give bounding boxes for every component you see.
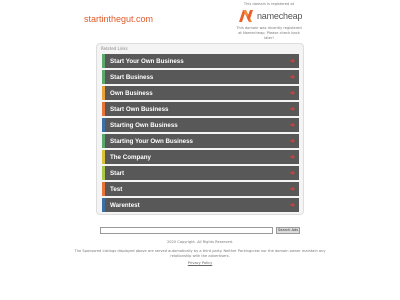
related-link-label: Start Own Business [110, 105, 169, 113]
arrow-right-icon: ➜ [289, 185, 295, 193]
related-link-item[interactable]: Starting Your Own Business ➜ [102, 134, 299, 148]
related-link-item[interactable]: Start Your Own Business ➜ [102, 54, 299, 68]
related-link-label: The Company [110, 153, 151, 161]
arrow-right-icon: ➜ [289, 73, 295, 81]
related-link-item[interactable]: The Company ➜ [102, 150, 299, 164]
search-button[interactable]: Search Ads [276, 226, 300, 234]
arrow-right-icon: ➜ [289, 121, 295, 129]
related-link-label: Start Your Own Business [110, 57, 184, 65]
arrow-right-icon: ➜ [289, 57, 295, 65]
registered-text: This domain is registered at [243, 2, 295, 6]
related-link-item[interactable]: Warentest ➜ [102, 198, 299, 212]
domain-title: startinthegut.com [84, 14, 154, 24]
arrow-right-icon: ➜ [289, 153, 295, 161]
namecheap-logo[interactable]: namecheap [238, 8, 302, 24]
related-link-item[interactable]: Start ➜ [102, 166, 299, 180]
arrow-right-icon: ➜ [289, 137, 295, 145]
registrar-note: This domain was recently registered at N… [236, 26, 302, 40]
related-link-item[interactable]: Start Own Business ➜ [102, 102, 299, 116]
related-link-item[interactable]: Starting Own Business ➜ [102, 118, 299, 132]
related-link-label: Start Business [110, 73, 154, 81]
arrow-right-icon: ➜ [289, 89, 295, 97]
panel-title: Related Links [101, 46, 128, 51]
search-row: Search Ads [100, 226, 300, 234]
related-link-label: Start [110, 169, 125, 177]
related-link-item[interactable]: Own Business ➜ [102, 86, 299, 100]
arrow-right-icon: ➜ [289, 169, 295, 177]
related-link-label: Starting Own Business [110, 121, 178, 129]
disclaimer-text: The Sponsored Listings displayed above a… [74, 249, 326, 258]
related-links-list: Start Your Own Business ➜ Start Business ➜ O… [102, 54, 299, 214]
arrow-right-icon: ➜ [289, 201, 295, 209]
arrow-right-icon: ➜ [289, 105, 295, 113]
search-input[interactable] [100, 226, 274, 234]
related-link-item[interactable]: Start Business ➜ [102, 70, 299, 84]
related-link-label: Own Business [110, 89, 153, 97]
related-link-label: Warentest [110, 201, 140, 209]
related-link-label: Starting Your Own Business [110, 137, 193, 145]
related-link-label: Test [110, 185, 123, 193]
copyright-text: 2020 Copyright. All Rights Reserved. [166, 240, 234, 244]
related-links-panel: Related Links Start Your Own Business ➜ St… [96, 43, 304, 215]
namecheap-logo-text: namecheap [257, 11, 303, 21]
privacy-policy-link[interactable]: Privacy Policy [70, 261, 330, 266]
namecheap-logo-icon [239, 10, 253, 22]
related-link-item[interactable]: Test ➜ [102, 182, 299, 196]
